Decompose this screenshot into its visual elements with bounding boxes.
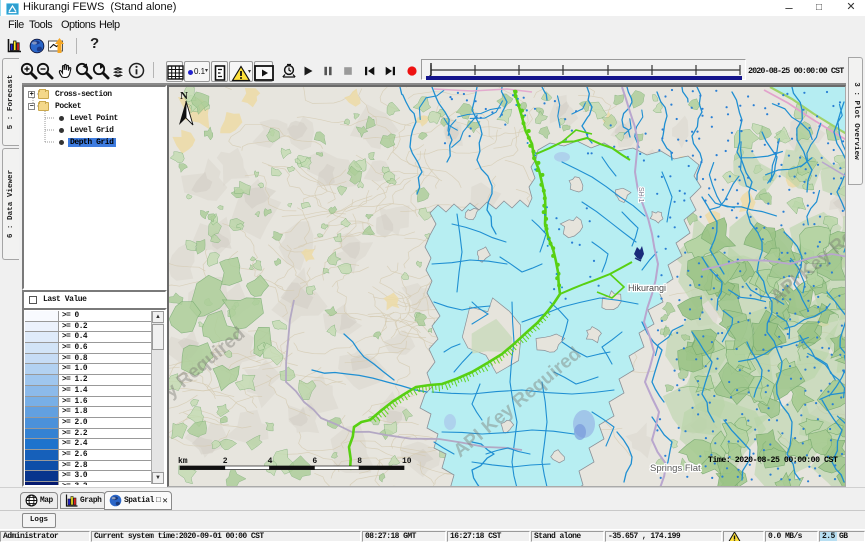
svg-text:6: 6 <box>312 457 317 466</box>
svg-text:2: 2 <box>223 457 228 466</box>
svg-text:4: 4 <box>268 457 273 466</box>
svg-text:Hikurangi: Hikurangi <box>628 283 666 293</box>
svg-text:SH 1: SH 1 <box>637 187 644 203</box>
svg-text:8: 8 <box>357 457 362 466</box>
svg-text:N: N <box>180 90 188 102</box>
svg-text:Time: 2020-08-25 00:00:00 CST: Time: 2020-08-25 00:00:00 CST <box>708 455 838 465</box>
svg-text:10: 10 <box>402 457 412 466</box>
svg-text:Springs Flat: Springs Flat <box>650 463 701 474</box>
svg-text:km: km <box>178 457 188 466</box>
